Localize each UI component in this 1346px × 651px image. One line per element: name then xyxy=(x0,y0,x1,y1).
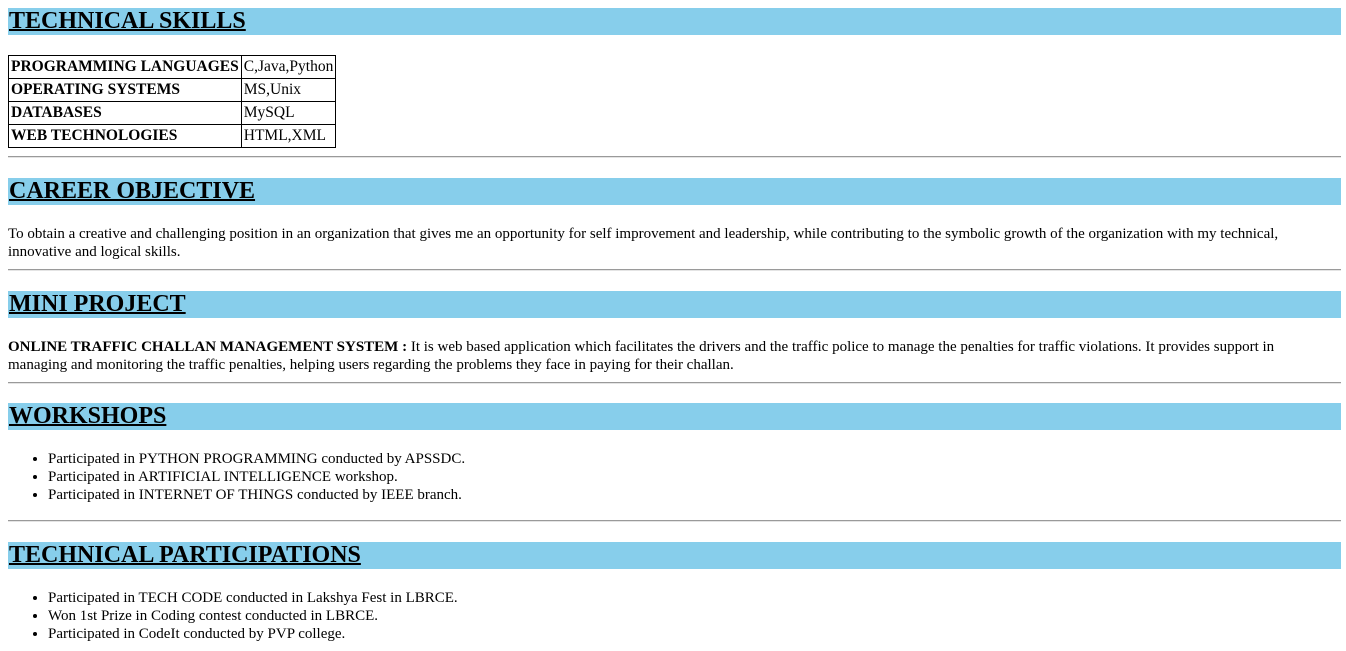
resume-page: TECHNICAL SKILLS PROGRAMMING LANGUAGES C… xyxy=(0,0,1346,651)
section-title: TECHNICAL SKILLS xyxy=(9,8,246,34)
section-divider xyxy=(8,156,1341,158)
skill-label: DATABASES xyxy=(8,101,242,125)
participations-list: Participated in TECH CODE conducted in L… xyxy=(8,589,458,643)
section-header-career-objective: CAREER OBJECTIVE xyxy=(8,178,1341,205)
table-row: OPERATING SYSTEMS MS,Unix xyxy=(8,78,337,102)
section-header-technical-participations: TECHNICAL PARTICIPATIONS xyxy=(8,542,1341,569)
skill-value: MS,Unix xyxy=(240,78,337,102)
section-title: MINI PROJECT xyxy=(9,291,186,317)
section-header-workshops: WORKSHOPS xyxy=(8,403,1341,430)
section-divider xyxy=(8,382,1341,384)
table-row: WEB TECHNOLOGIES HTML,XML xyxy=(8,124,337,148)
table-row: PROGRAMMING LANGUAGES C,Java,Python xyxy=(8,55,337,79)
list-item: Participated in CodeIt conducted by PVP … xyxy=(48,625,458,643)
section-header-mini-project: MINI PROJECT xyxy=(8,291,1341,318)
skill-label: WEB TECHNOLOGIES xyxy=(8,124,242,148)
list-item: Participated in TECH CODE conducted in L… xyxy=(48,589,458,607)
list-item: Won 1st Prize in Coding contest conducte… xyxy=(48,607,458,625)
skill-label: PROGRAMMING LANGUAGES xyxy=(8,55,242,79)
list-item: Participated in INTERNET OF THINGS condu… xyxy=(48,486,465,504)
section-title: TECHNICAL PARTICIPATIONS xyxy=(9,542,361,568)
list-item: Participated in ARTIFICIAL INTELLIGENCE … xyxy=(48,468,465,486)
career-objective-text: To obtain a creative and challenging pos… xyxy=(8,226,1279,260)
skill-value: MySQL xyxy=(240,101,337,125)
section-title: WORKSHOPS xyxy=(9,403,167,429)
list-item: Participated in PYTHON PROGRAMMING condu… xyxy=(48,450,465,468)
workshops-list: Participated in PYTHON PROGRAMMING condu… xyxy=(8,450,465,504)
skills-table: PROGRAMMING LANGUAGES C,Java,Python OPER… xyxy=(8,55,337,148)
section-header-technical-skills: TECHNICAL SKILLS xyxy=(8,8,1341,35)
project-name: ONLINE TRAFFIC CHALLAN MANAGEMENT SYSTEM… xyxy=(8,339,408,355)
section-divider xyxy=(8,520,1341,522)
table-row: DATABASES MySQL xyxy=(8,101,337,125)
section-divider xyxy=(8,269,1341,271)
skill-value: HTML,XML xyxy=(240,124,337,148)
section-title: CAREER OBJECTIVE xyxy=(9,178,256,204)
skill-label: OPERATING SYSTEMS xyxy=(8,78,242,102)
mini-project-text: ONLINE TRAFFIC CHALLAN MANAGEMENT SYSTEM… xyxy=(8,338,1308,374)
skill-value: C,Java,Python xyxy=(240,55,337,79)
